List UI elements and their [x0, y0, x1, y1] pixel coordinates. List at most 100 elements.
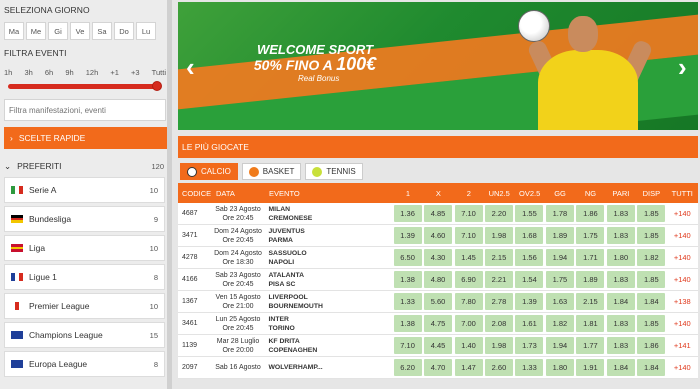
day-button[interactable]: Do — [114, 22, 134, 40]
odds-button[interactable]: 1.75 — [576, 227, 605, 244]
odds-button[interactable]: 1.33 — [515, 359, 544, 376]
odds-button[interactable]: 1.77 — [576, 337, 605, 354]
tab-calcio[interactable]: CALCIO — [180, 163, 238, 180]
odds-button[interactable]: 4.45 — [424, 337, 453, 354]
odds-button[interactable]: 1.84 — [606, 293, 635, 310]
odds-button[interactable]: 1.63 — [545, 293, 574, 310]
odds-button[interactable]: 1.45 — [454, 249, 483, 266]
chevron-left-icon[interactable]: ‹ — [186, 52, 195, 83]
odds-button[interactable]: 2.21 — [484, 271, 513, 288]
odds-button[interactable]: 1.89 — [545, 227, 574, 244]
odds-button[interactable]: 1.85 — [637, 227, 666, 244]
hour-option[interactable]: +3 — [131, 68, 140, 77]
odds-button[interactable]: 5.60 — [424, 293, 453, 310]
odds-button[interactable]: 1.39 — [515, 293, 544, 310]
odds-button[interactable]: 1.98 — [484, 227, 513, 244]
odds-button[interactable]: 6.50 — [393, 249, 422, 266]
odds-button[interactable]: 1.75 — [545, 271, 574, 288]
odds-button[interactable]: 1.55 — [515, 205, 544, 222]
favorite-item[interactable]: Liga 10 — [4, 235, 165, 261]
hour-option[interactable]: Tutti — [152, 68, 166, 77]
odds-button[interactable]: 1.91 — [576, 359, 605, 376]
odds-button[interactable]: 1.47 — [454, 359, 483, 376]
day-button[interactable]: Ve — [70, 22, 90, 40]
odds-button[interactable]: 4.70 — [424, 359, 453, 376]
odds-button[interactable]: 1.38 — [393, 271, 422, 288]
odds-button[interactable]: 7.10 — [454, 227, 483, 244]
odds-button[interactable]: 7.80 — [454, 293, 483, 310]
odds-button[interactable]: 2.20 — [484, 205, 513, 222]
odds-button[interactable]: 1.78 — [545, 205, 574, 222]
all-markets-link[interactable]: +140 — [667, 319, 698, 328]
hour-option[interactable]: +1 — [110, 68, 119, 77]
odds-button[interactable]: 1.85 — [637, 205, 666, 222]
odds-button[interactable]: 1.61 — [515, 315, 544, 332]
all-markets-link[interactable]: +138 — [667, 297, 698, 306]
odds-button[interactable]: 1.84 — [637, 359, 666, 376]
odds-button[interactable]: 2.78 — [484, 293, 513, 310]
event-name[interactable]: SASSUOLO NAPOLI — [267, 249, 393, 267]
day-button[interactable]: Sa — [92, 22, 112, 40]
favorite-item[interactable]: Serie A 10 — [4, 177, 165, 203]
event-name[interactable]: MILAN CREMONESE — [267, 205, 393, 223]
odds-button[interactable]: 1.39 — [393, 227, 422, 244]
odds-button[interactable]: 1.38 — [393, 315, 422, 332]
all-markets-link[interactable]: +141 — [667, 341, 698, 350]
odds-button[interactable]: 4.30 — [424, 249, 453, 266]
favorite-item[interactable]: Premier League 10 — [4, 293, 165, 319]
odds-button[interactable]: 2.60 — [484, 359, 513, 376]
hour-option[interactable]: 3h — [24, 68, 32, 77]
day-button[interactable]: Lu — [136, 22, 156, 40]
odds-button[interactable]: 1.98 — [484, 337, 513, 354]
odds-button[interactable]: 2.15 — [484, 249, 513, 266]
odds-button[interactable]: 7.00 — [454, 315, 483, 332]
odds-button[interactable]: 4.60 — [424, 227, 453, 244]
odds-button[interactable]: 1.73 — [515, 337, 544, 354]
odds-button[interactable]: 1.36 — [393, 205, 422, 222]
odds-button[interactable]: 1.80 — [545, 359, 574, 376]
hour-option[interactable]: 12h — [86, 68, 99, 77]
favorite-item[interactable]: Europa League 8 — [4, 351, 165, 377]
odds-button[interactable]: 1.85 — [637, 271, 666, 288]
odds-button[interactable]: 1.68 — [515, 227, 544, 244]
odds-button[interactable]: 6.20 — [393, 359, 422, 376]
hour-option[interactable]: 9h — [65, 68, 73, 77]
odds-button[interactable]: 1.81 — [576, 315, 605, 332]
odds-button[interactable]: 1.83 — [606, 227, 635, 244]
search-input[interactable] — [4, 99, 166, 121]
hour-option[interactable]: 1h — [4, 68, 12, 77]
odds-button[interactable]: 1.82 — [545, 315, 574, 332]
odds-button[interactable]: 6.90 — [454, 271, 483, 288]
odds-button[interactable]: 1.83 — [606, 315, 635, 332]
chevron-right-icon[interactable]: › — [678, 52, 687, 83]
odds-button[interactable]: 2.15 — [576, 293, 605, 310]
odds-button[interactable]: 1.83 — [606, 205, 635, 222]
odds-button[interactable]: 1.54 — [515, 271, 544, 288]
favorite-item[interactable]: Ligue 1 8 — [4, 264, 165, 290]
all-markets-link[interactable]: +140 — [667, 363, 698, 372]
odds-button[interactable]: 1.94 — [545, 249, 574, 266]
odds-button[interactable]: 1.86 — [637, 337, 666, 354]
odds-button[interactable]: 1.94 — [545, 337, 574, 354]
odds-button[interactable]: 4.75 — [424, 315, 453, 332]
odds-button[interactable]: 1.56 — [515, 249, 544, 266]
event-name[interactable]: JUVENTUS PARMA — [267, 227, 393, 245]
odds-button[interactable]: 1.83 — [606, 271, 635, 288]
odds-button[interactable]: 1.33 — [393, 293, 422, 310]
all-markets-link[interactable]: +140 — [667, 231, 698, 240]
tab-basket[interactable]: BASKET — [241, 163, 302, 180]
time-slider-handle[interactable] — [152, 81, 162, 91]
day-button[interactable]: Me — [26, 22, 46, 40]
promo-banner[interactable]: ‹ › WELCOME SPORT 50% FINO A 100€ Real B… — [178, 2, 698, 130]
favorites-header[interactable]: ⌄ PREFERITI 120 — [4, 158, 164, 174]
quick-choices-button[interactable]: › SCELTE RAPIDE — [4, 127, 168, 149]
odds-button[interactable]: 4.85 — [424, 205, 453, 222]
odds-button[interactable]: 1.84 — [637, 293, 666, 310]
favorite-item[interactable]: Bundesliga 9 — [4, 206, 165, 232]
odds-button[interactable]: 1.83 — [606, 337, 635, 354]
time-slider-track[interactable] — [8, 84, 158, 89]
odds-button[interactable]: 1.86 — [576, 205, 605, 222]
day-button[interactable]: Ma — [4, 22, 24, 40]
event-name[interactable]: LIVERPOOL BOURNEMOUTH — [267, 293, 393, 311]
event-name[interactable]: WOLVERHAMP... — [267, 363, 393, 372]
